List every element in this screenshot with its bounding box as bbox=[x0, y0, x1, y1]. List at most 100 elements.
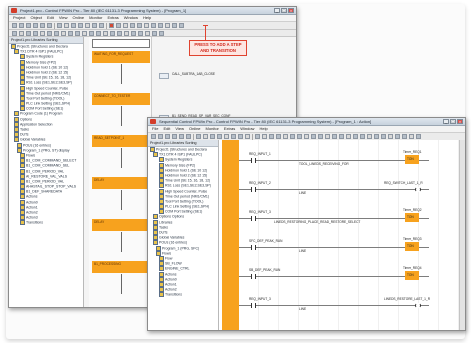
toolbar-button[interactable] bbox=[116, 23, 121, 28]
toolbar-button[interactable] bbox=[304, 134, 309, 139]
timer-block[interactable]: TON bbox=[405, 155, 419, 164]
toolbar-button[interactable] bbox=[203, 134, 208, 139]
toolbar-button[interactable] bbox=[255, 134, 260, 139]
toolbar-button[interactable] bbox=[269, 134, 274, 139]
toolbar-button[interactable] bbox=[33, 23, 38, 28]
toolbar-button[interactable] bbox=[19, 30, 24, 36]
minimize-button[interactable]: _ bbox=[274, 8, 280, 13]
minimize-button[interactable]: _ bbox=[443, 119, 449, 124]
toolbar-button[interactable] bbox=[159, 30, 164, 36]
toolbar-button[interactable] bbox=[186, 134, 191, 139]
toolbar-button[interactable] bbox=[353, 134, 358, 139]
toolbar-button[interactable] bbox=[75, 30, 80, 36]
toolbar-button[interactable] bbox=[68, 30, 73, 36]
toolbar-button[interactable] bbox=[290, 134, 295, 139]
toolbar-button[interactable] bbox=[217, 134, 222, 139]
toolbar-button[interactable] bbox=[47, 30, 52, 36]
menu-item[interactable]: Online bbox=[189, 126, 201, 132]
coil-symbol[interactable] bbox=[415, 303, 421, 308]
toolbar-button[interactable] bbox=[92, 23, 97, 28]
toolbar-button[interactable] bbox=[117, 30, 122, 36]
toolbar-button[interactable] bbox=[179, 23, 184, 28]
toolbar-button[interactable] bbox=[325, 134, 330, 139]
timer-block[interactable]: TON bbox=[405, 213, 419, 222]
toolbar-button[interactable] bbox=[416, 134, 421, 139]
toolbar-button[interactable] bbox=[158, 23, 163, 28]
timer-block[interactable]: TON bbox=[405, 271, 419, 280]
toolbar-button[interactable] bbox=[245, 134, 250, 139]
toolbar-button[interactable] bbox=[124, 30, 129, 36]
toolbar-button[interactable] bbox=[152, 30, 157, 36]
menu-item[interactable]: View bbox=[175, 126, 184, 132]
toolbar-button[interactable] bbox=[151, 23, 156, 28]
contact-symbol[interactable] bbox=[251, 303, 256, 308]
toolbar-button[interactable] bbox=[374, 134, 379, 139]
toolbar-button[interactable] bbox=[137, 23, 142, 28]
toolbar-button[interactable] bbox=[19, 23, 24, 28]
toolbar-button[interactable] bbox=[388, 134, 393, 139]
toolbar-button[interactable] bbox=[360, 134, 365, 139]
toolbar-button[interactable] bbox=[381, 134, 386, 139]
toolbar-button[interactable] bbox=[367, 134, 372, 139]
back-project-tree[interactable]: Project1.pro Libraries Sorting Project1 … bbox=[9, 37, 84, 307]
menu-item[interactable]: Object bbox=[30, 15, 42, 21]
toolbar-button[interactable] bbox=[96, 30, 101, 36]
toolbar-button[interactable] bbox=[395, 134, 400, 139]
toolbar-button[interactable] bbox=[158, 134, 163, 139]
contact-symbol[interactable] bbox=[251, 245, 256, 250]
toolbar-button[interactable] bbox=[85, 23, 90, 28]
menu-item[interactable]: Extras bbox=[107, 15, 118, 21]
menu-item[interactable]: Monitor bbox=[89, 15, 102, 21]
toolbar-button[interactable] bbox=[297, 134, 302, 139]
toolbar-button[interactable] bbox=[231, 134, 236, 139]
toolbar-button[interactable] bbox=[145, 30, 150, 36]
menu-item[interactable]: Online bbox=[73, 15, 85, 21]
toolbar-button[interactable] bbox=[276, 134, 281, 139]
toolbar-button[interactable] bbox=[172, 134, 177, 139]
toolbar-button[interactable] bbox=[409, 134, 414, 139]
sfc-step[interactable]: DELAY bbox=[92, 177, 150, 189]
coil-symbol[interactable] bbox=[415, 187, 421, 192]
toolbar-button[interactable] bbox=[172, 23, 177, 28]
sfc-action[interactable] bbox=[159, 73, 169, 79]
contact-symbol[interactable] bbox=[251, 187, 256, 192]
toolbar-button[interactable] bbox=[99, 23, 104, 28]
menu-item[interactable]: Project bbox=[13, 15, 25, 21]
toolbar-button[interactable] bbox=[262, 134, 267, 139]
toolbar-button[interactable] bbox=[71, 23, 76, 28]
menu-item[interactable]: Monitor bbox=[206, 126, 219, 132]
toolbar-button[interactable] bbox=[57, 23, 62, 28]
toolbar-button[interactable] bbox=[26, 30, 31, 36]
maximize-button[interactable]: □ bbox=[450, 119, 456, 124]
sfc-initial-step[interactable] bbox=[92, 39, 150, 48]
timer-block[interactable]: TON bbox=[405, 242, 419, 251]
toolbar-button[interactable] bbox=[151, 134, 156, 139]
toolbar-button[interactable] bbox=[138, 30, 143, 36]
sfc-step[interactable]: WAITING_FOR_REQUEST bbox=[92, 51, 150, 63]
sfc-step[interactable]: READ_SETPOINT_1 bbox=[92, 135, 150, 147]
tree-item[interactable]: Transitions bbox=[148, 292, 218, 298]
toolbar-button[interactable] bbox=[179, 134, 184, 139]
maximize-button[interactable]: □ bbox=[281, 8, 287, 13]
vertical-scrollbar[interactable] bbox=[459, 140, 465, 330]
toolbar-button[interactable] bbox=[89, 30, 94, 36]
toolbar-button[interactable] bbox=[61, 30, 66, 36]
menu-item[interactable]: Help bbox=[259, 126, 267, 132]
toolbar-button[interactable] bbox=[110, 30, 115, 36]
toolbar-button[interactable] bbox=[210, 134, 215, 139]
menu-item[interactable]: Edit bbox=[163, 126, 170, 132]
sfc-step[interactable]: B1_PROCESSING bbox=[92, 261, 150, 273]
toolbar-button[interactable] bbox=[283, 134, 288, 139]
toolbar-button[interactable] bbox=[123, 23, 128, 28]
menu-item[interactable]: Help bbox=[143, 15, 151, 21]
toolbar-button[interactable] bbox=[346, 134, 351, 139]
contact-symbol[interactable] bbox=[251, 216, 256, 221]
menu-item[interactable]: File bbox=[152, 126, 158, 132]
front-ladder-editor[interactable]: REQ_INPUT_1 TOOL_LINEDS_RECEIVING_FOR TON T… bbox=[219, 140, 465, 330]
menu-item[interactable]: Window bbox=[240, 126, 254, 132]
toolbar-button[interactable] bbox=[238, 134, 243, 139]
toolbar-button[interactable] bbox=[78, 23, 83, 28]
toolbar-button[interactable] bbox=[103, 30, 108, 36]
toolbar-button[interactable] bbox=[196, 134, 201, 139]
tree-item[interactable]: Transitions bbox=[9, 220, 83, 226]
